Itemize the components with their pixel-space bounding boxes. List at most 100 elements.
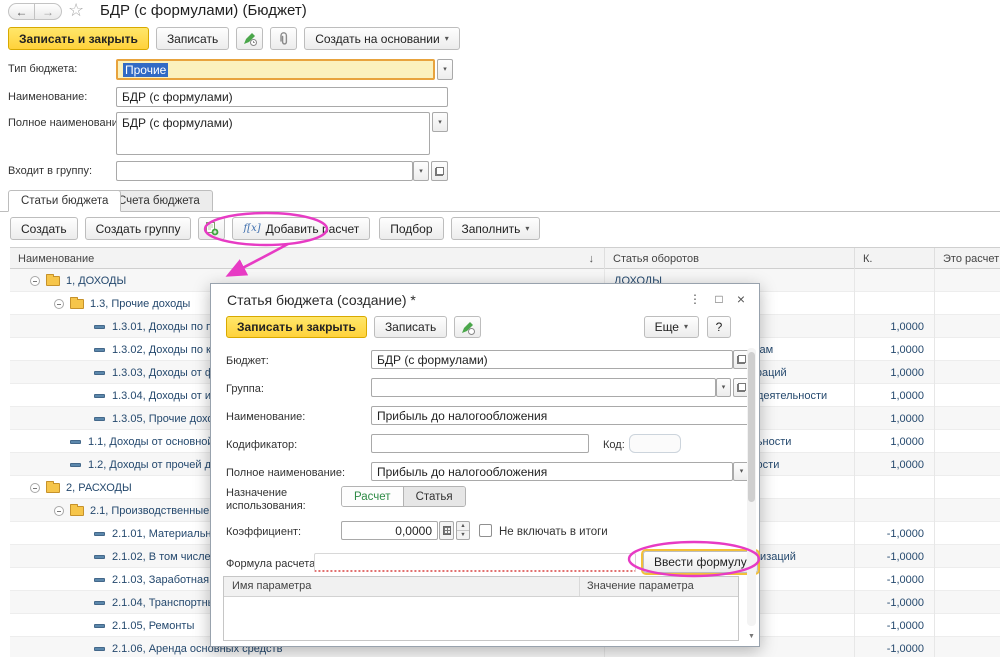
dialog-change-history-button[interactable] [454, 316, 481, 338]
more-button[interactable]: Еще▾ [644, 316, 699, 338]
dialog-save-close-button[interactable]: Записать и закрыть [226, 316, 367, 338]
name-field[interactable]: БДР (с формулами) [116, 87, 448, 107]
close-icon[interactable]: × [731, 290, 751, 308]
usage-segment-control: Расчет Статья [341, 486, 466, 507]
column-header-calc[interactable]: Это расчет [935, 248, 1000, 270]
collapse-icon[interactable] [30, 483, 40, 493]
column-divider [579, 577, 580, 596]
parameters-table: Имя параметра Значение параметра [223, 576, 739, 641]
dlg-group-dropdown[interactable]: ▾ [716, 378, 731, 397]
collapse-icon[interactable] [54, 299, 64, 309]
list-command-bar: Создать Создать группу f[x] Добавить рас… [10, 217, 540, 240]
selected-text: Прочие [123, 63, 168, 77]
parameters-table-header: Имя параметра Значение параметра [224, 577, 738, 597]
back-button[interactable]: ← [8, 3, 35, 20]
add-calculation-button[interactable]: f[x] Добавить расчет [232, 217, 370, 240]
collapse-icon[interactable] [30, 276, 40, 286]
spinner-down-icon: ▼ [457, 531, 469, 539]
row-calc-cell [935, 591, 1000, 614]
item-icon [94, 371, 105, 375]
save-button[interactable]: Записать [156, 27, 229, 50]
row-k-cell: 1,0000 [855, 384, 935, 407]
row-k-cell: -1,0000 [855, 614, 935, 637]
menu-dots-icon[interactable]: ⋮ [685, 290, 705, 308]
dialog-save-button[interactable]: Записать [374, 316, 447, 338]
coefficient-field[interactable]: 0,0000 [341, 521, 438, 540]
row-k-cell: 1,0000 [855, 315, 935, 338]
chevron-down-icon: ▾ [443, 66, 447, 73]
create-group-button[interactable]: Создать группу [85, 217, 192, 240]
tab-budget-accounts[interactable]: Счета бюджета [105, 190, 213, 212]
usage-option-item[interactable]: Статья [404, 487, 465, 506]
folder-icon [70, 506, 84, 516]
tab-budget-items[interactable]: Статьи бюджета [8, 190, 121, 212]
budget-type-dropdown[interactable]: ▾ [437, 59, 453, 80]
dlg-group-field[interactable] [371, 378, 716, 397]
usage-option-calculation[interactable]: Расчет [342, 487, 404, 506]
open-form-icon [737, 383, 746, 392]
row-k-cell: -1,0000 [855, 545, 935, 568]
help-button[interactable]: ? [707, 316, 731, 338]
create-based-on-button[interactable]: Создать на основании▾ [304, 27, 460, 50]
parent-group-field[interactable] [116, 161, 413, 181]
row-k-cell: -1,0000 [855, 637, 935, 657]
item-icon [94, 394, 105, 398]
change-history-button[interactable] [236, 27, 263, 50]
coefficient-spinner[interactable]: ▲▼ [456, 521, 470, 540]
full-name-label: Полное наименование: [8, 117, 127, 129]
column-header-name[interactable]: Наименование ↓ [10, 248, 605, 270]
document-plus-icon [204, 221, 219, 236]
table-header: Наименование ↓ Статья оборотов К. Это ра… [10, 247, 1000, 269]
chevron-down-icon: ▾ [740, 468, 744, 475]
dlg-budget-field[interactable]: БДР (с формулами) [371, 350, 733, 369]
attachments-button[interactable] [270, 27, 297, 50]
forward-button[interactable]: → [35, 3, 62, 20]
row-label: 1.3, Прочие доходы [90, 298, 190, 310]
calculator-button[interactable] [439, 521, 454, 540]
row-k-cell [855, 476, 935, 499]
name-label: Наименование: [8, 91, 87, 103]
maximize-icon[interactable]: □ [709, 290, 729, 308]
dlg-usage-label-1: Назначение [226, 487, 287, 499]
dlg-name-field[interactable]: Прибыль до налогообложения [371, 406, 750, 425]
row-calc-cell [935, 545, 1000, 568]
enter-formula-button[interactable]: Ввести формулу [643, 551, 758, 573]
full-name-dropdown[interactable]: ▾ [432, 112, 448, 132]
row-k-cell: 1,0000 [855, 361, 935, 384]
row-label: 2.1.05, Ремонты [112, 620, 194, 632]
exclude-totals-label: Не включать в итоги [499, 526, 608, 538]
item-icon [94, 647, 105, 651]
save-close-button[interactable]: Записать и закрыть [8, 27, 149, 50]
nav-buttons: ← → [8, 3, 62, 20]
collapse-icon[interactable] [54, 506, 64, 516]
row-calc-cell [935, 338, 1000, 361]
parent-group-dropdown[interactable]: ▾ [413, 161, 429, 181]
create-button[interactable]: Создать [10, 217, 78, 240]
budget-type-field[interactable]: Прочие [116, 59, 435, 80]
parent-group-open-button[interactable] [431, 161, 448, 181]
column-header-oborot[interactable]: Статья оборотов [605, 248, 855, 270]
item-icon [70, 440, 81, 444]
scrollbar-thumb[interactable] [748, 352, 755, 502]
dlg-code-label: Код: [603, 439, 625, 451]
fill-button[interactable]: Заполнить▾ [451, 217, 541, 240]
formula-field[interactable] [314, 553, 636, 572]
arrow-right-icon: → [42, 5, 54, 19]
row-calc-cell [935, 453, 1000, 476]
param-name-column[interactable]: Имя параметра [232, 580, 311, 592]
copy-button[interactable] [198, 217, 225, 240]
dialog-scrollbar[interactable] [747, 348, 756, 626]
dlg-codifier-field[interactable] [371, 434, 589, 453]
exclude-totals-checkbox[interactable] [479, 524, 492, 537]
dlg-full-name-field[interactable]: Прибыль до налогообложения [371, 462, 733, 481]
full-name-field[interactable]: БДР (с формулами) [116, 112, 430, 155]
formula-label: Формула расчета: [226, 558, 318, 570]
scroll-down-icon[interactable]: ▼ [747, 631, 756, 641]
dlg-coefficient-label: Коэффициент: [226, 526, 301, 538]
param-value-column[interactable]: Значение параметра [587, 580, 694, 592]
pick-button[interactable]: Подбор [379, 217, 443, 240]
favorite-star-icon[interactable]: ☆ [68, 0, 84, 21]
folder-icon [70, 299, 84, 309]
column-header-k[interactable]: К. [855, 248, 935, 270]
open-form-icon [737, 355, 746, 364]
